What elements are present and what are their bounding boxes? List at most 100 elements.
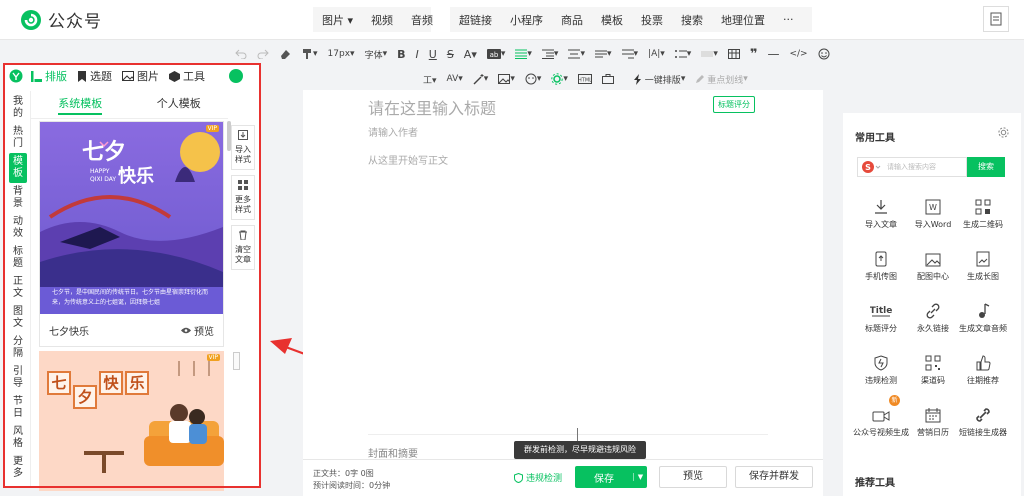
tool-item-6[interactable]: Title 标题评分 [853,295,909,334]
category-nav-item-3[interactable]: 背景 [9,183,27,213]
divider-style-button[interactable]: ▾ [696,49,723,59]
left-tab-2[interactable]: 图片 [122,68,159,84]
tool-item-0[interactable]: 导入文章 [853,191,909,230]
insert-item-2-ig2[interactable]: 商品 [552,12,592,28]
title-score-button[interactable]: 标题评分 [713,96,755,113]
sticker-button[interactable]: ▾ [520,73,547,85]
magic-wand-button[interactable]: ▾ [468,73,494,85]
tools-search-button[interactable]: 搜索 [967,157,1005,177]
violation-check-button[interactable]: 违规检测 [514,471,562,484]
first-indent-button[interactable]: 工▾ [418,73,442,86]
bg-color-button[interactable]: ab ▾ [482,49,511,59]
format-painter-button[interactable]: ▾ [296,48,323,60]
emoji-button[interactable] [813,48,835,60]
preview-link[interactable]: 预览 [181,323,214,338]
insert-item-4-ig2[interactable]: 投票 [632,12,672,28]
image-style-button[interactable]: ▾ [493,74,520,84]
panel-toggle[interactable] [229,69,243,83]
html-button[interactable]: HTML [573,74,597,84]
table-button[interactable] [723,49,745,59]
align-left-button[interactable]: ▾ [510,49,537,59]
quote-button[interactable]: ❞ [745,47,763,62]
tool-item-8[interactable]: 生成文章音频 [955,295,1011,334]
cover-summary-label[interactable]: 封面和摘要 [368,445,418,460]
insert-item-0-ig1[interactable]: 图片 ▾ [313,12,362,28]
tools-search-input[interactable]: 请输入搜索内容 [887,162,936,172]
briefcase-button[interactable] [597,74,619,84]
save-and-send-button[interactable]: 保存并群发 [735,466,813,488]
bold-button[interactable]: B [392,48,410,61]
brand-logo[interactable]: 公众号 [20,7,102,32]
tool-item-1[interactable]: W 导入Word [905,191,961,230]
save-dropdown-arrow[interactable]: ▼ [633,473,647,481]
tool-item-4[interactable]: 配图中心 [905,243,961,282]
line-height-button[interactable]: ▾ [590,49,617,59]
gear-style-button[interactable]: ▾ [546,73,573,85]
template-tab-1[interactable]: 个人模板 [130,91,229,118]
one-click-layout-button[interactable]: 一键排版 ▾ [629,73,690,86]
side-action-2[interactable]: 清空 文章 [231,225,255,270]
insert-item-1-ig2[interactable]: 小程序 [501,12,552,28]
insert-item-0-ig2[interactable]: 超链接 [450,12,501,28]
insert-item-5-ig2[interactable]: 搜索 [672,12,712,28]
category-nav-item-4[interactable]: 动效 [9,213,27,243]
save-button[interactable]: 保存 ▼ [575,466,647,488]
font-family-select[interactable]: 字体 ▾ [360,48,393,61]
category-nav-item-11[interactable]: 风格 [9,423,27,453]
para-spacing-button[interactable]: ▾ [563,49,590,59]
category-nav-item-0[interactable]: 我的 [9,93,27,123]
insert-item-2-ig1[interactable]: 音频 [402,12,442,28]
tool-item-14[interactable]: 短链接生成器 [955,399,1011,438]
tool-item-9[interactable]: 违规检测 [853,347,909,386]
tool-item-7[interactable]: 永久链接 [905,295,961,334]
font-size-select[interactable]: 17px ▾ [323,49,360,59]
tool-item-10[interactable]: 渠道码 [905,347,961,386]
tool-item-12[interactable]: 公众号视频生成 新 [853,395,909,438]
eraser-button[interactable] [274,48,296,60]
char-spacing-button[interactable]: AV▾ [442,74,468,84]
tools-settings-icon[interactable] [998,127,1009,138]
category-nav-item-5[interactable]: 标题 [9,243,27,273]
highlight-line-button[interactable]: 重点划线 ▾ [690,73,752,86]
insert-item-1-ig1[interactable]: 视频 [362,12,402,28]
template-card-qixi-2[interactable]: 七夕快乐 VIP [39,351,224,491]
search-engine-icon[interactable]: S [861,160,883,174]
category-nav-item-6[interactable]: 正文 [9,273,27,303]
template-card-qixi[interactable]: 七夕 快乐 HAPPY QIXI DAY VIP 七夕节，是中国民间的传统节日。… [39,121,224,347]
insert-item-3-ig2[interactable]: 模板 [592,12,632,28]
redo-button[interactable] [252,49,274,59]
body-editor[interactable]: 从这里开始写正文 [368,152,448,167]
category-nav-item-10[interactable]: 节日 [9,393,27,423]
tool-item-13[interactable]: 营销日历 [905,399,961,438]
underline-button[interactable]: U [424,48,442,61]
template-tab-0[interactable]: 系统模板 [31,91,130,118]
outdent-button[interactable]: ▾ [617,49,644,59]
side-action-1[interactable]: 更多 样式 [231,175,255,220]
letter-spacing-button[interactable]: |A|▾ [643,49,670,59]
left-tab-1[interactable]: 选题 [77,68,112,84]
italic-button[interactable]: I [411,48,424,61]
code-button[interactable]: </> [784,49,812,59]
undo-button[interactable] [230,49,252,59]
category-nav-item-9[interactable]: 引导 [9,363,27,393]
preview-button[interactable]: 预览 [659,466,727,488]
tool-item-5[interactable]: 生成长图 [955,243,1011,282]
doc-settings-button[interactable] [983,6,1009,32]
left-tab-0[interactable]: 排版 [31,68,67,84]
tool-item-3[interactable]: 手机传图 [853,243,909,282]
category-nav-item-1[interactable]: 热门 [9,123,27,153]
hr-button[interactable]: — [762,47,784,61]
left-tab-3[interactable]: 工具 [169,68,205,84]
insert-item-6-ig2[interactable]: 地理位置 [712,12,774,28]
tool-item-2[interactable]: 生成二维码 [955,191,1011,230]
category-nav-item-8[interactable]: 分隔 [9,333,27,363]
font-color-button[interactable]: A▾ [459,48,482,61]
category-nav-item-7[interactable]: 图文 [9,303,27,333]
title-input[interactable]: 请在这里输入标题 [368,95,496,119]
indent-button[interactable]: ▾ [537,49,564,59]
category-nav-item-2[interactable]: 模板 [9,153,27,183]
category-nav-item-12[interactable]: 更多 [9,453,27,483]
list-button[interactable]: ▾ [670,49,697,59]
author-input[interactable]: 请输入作者 [368,124,418,139]
insert-item-7-ig2[interactable]: ··· [774,13,803,26]
